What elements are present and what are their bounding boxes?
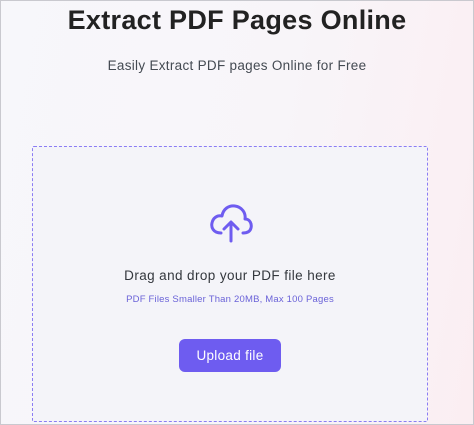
cloud-upload-icon bbox=[210, 204, 253, 243]
drop-instruction: Drag and drop your PDF file here bbox=[124, 268, 336, 283]
file-limits-note: PDF Files Smaller Than 20MB, Max 100 Pag… bbox=[126, 294, 334, 305]
page-title: Extract PDF Pages Online bbox=[67, 5, 407, 35]
file-dropzone[interactable]: Drag and drop your PDF file here PDF Fil… bbox=[32, 146, 428, 422]
upload-file-button[interactable]: Upload file bbox=[179, 339, 281, 372]
page-subtitle: Easily Extract PDF pages Online for Free bbox=[107, 58, 367, 73]
